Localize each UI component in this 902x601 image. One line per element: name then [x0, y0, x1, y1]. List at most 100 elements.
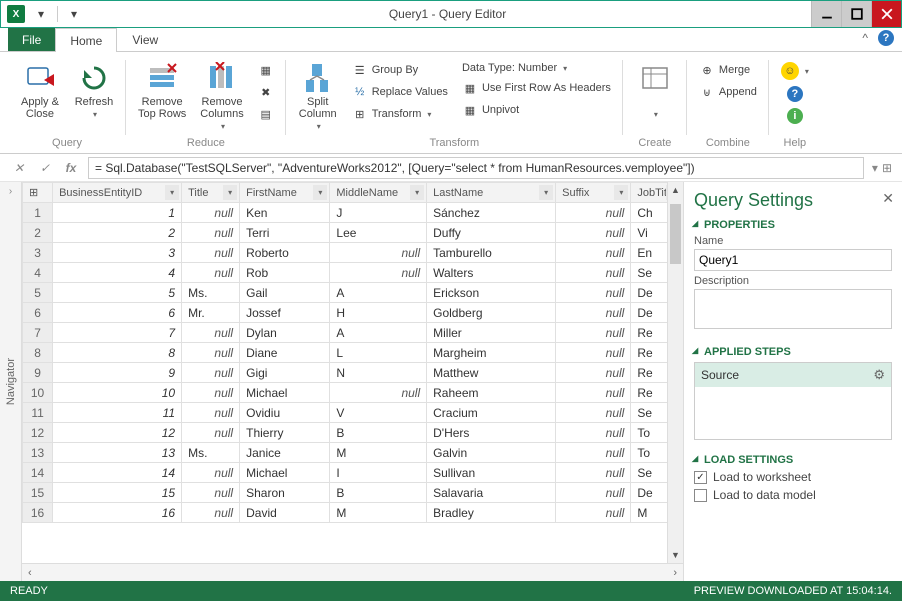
cell[interactable]: Sánchez: [427, 203, 556, 223]
cell[interactable]: null: [556, 383, 631, 403]
column-header[interactable]: LastName▾: [427, 183, 556, 203]
cell[interactable]: 11: [53, 403, 182, 423]
cell[interactable]: Sullivan: [427, 463, 556, 483]
row-number[interactable]: 10: [23, 383, 53, 403]
cell[interactable]: null: [556, 463, 631, 483]
applied-steps-header[interactable]: APPLIED STEPS: [694, 346, 892, 358]
cell[interactable]: 5: [53, 283, 182, 303]
replace-values-button[interactable]: ½Replace Values: [348, 82, 452, 102]
tab-file[interactable]: File: [8, 28, 55, 51]
cell[interactable]: Duffy: [427, 223, 556, 243]
cell[interactable]: Bradley: [427, 503, 556, 523]
cell[interactable]: null: [556, 343, 631, 363]
cell[interactable]: Janice: [240, 443, 330, 463]
tab-home[interactable]: Home: [55, 28, 117, 52]
cell[interactable]: Michael: [240, 463, 330, 483]
query-description-input[interactable]: [694, 289, 892, 329]
cell[interactable]: null: [182, 483, 240, 503]
table-corner[interactable]: ⊞: [23, 183, 53, 203]
cell[interactable]: Diane: [240, 343, 330, 363]
cell[interactable]: D'Hers: [427, 423, 556, 443]
cell[interactable]: null: [556, 423, 631, 443]
cell[interactable]: Mr.: [182, 303, 240, 323]
cell[interactable]: Terri: [240, 223, 330, 243]
cell[interactable]: null: [556, 303, 631, 323]
table-row[interactable]: 1616nullDavidMBradleynullM: [23, 503, 683, 523]
cell[interactable]: null: [182, 243, 240, 263]
append-button[interactable]: ⊎Append: [695, 82, 761, 102]
cell[interactable]: 13: [53, 443, 182, 463]
cell[interactable]: Miller: [427, 323, 556, 343]
column-filter-icon[interactable]: ▾: [165, 185, 179, 200]
row-number[interactable]: 1: [23, 203, 53, 223]
row-number[interactable]: 2: [23, 223, 53, 243]
cell[interactable]: A: [330, 323, 427, 343]
column-filter-icon[interactable]: ▾: [410, 185, 424, 200]
cell[interactable]: 1: [53, 203, 182, 223]
row-number[interactable]: 14: [23, 463, 53, 483]
cell[interactable]: null: [182, 263, 240, 283]
help-icon[interactable]: ?: [878, 30, 894, 46]
table-row[interactable]: 44nullRobnullWaltersnullSe: [23, 263, 683, 283]
cell[interactable]: 6: [53, 303, 182, 323]
tab-view[interactable]: View: [117, 28, 173, 51]
cell[interactable]: null: [182, 223, 240, 243]
column-header[interactable]: BusinessEntityID▾: [53, 183, 182, 203]
remove-columns-button[interactable]: Remove Columns: [196, 60, 247, 133]
cell[interactable]: null: [556, 203, 631, 223]
cell[interactable]: Gigi: [240, 363, 330, 383]
unpivot-button[interactable]: ▦Unpivot: [458, 100, 615, 120]
minimize-button[interactable]: [811, 1, 841, 27]
navigator-pane[interactable]: › Navigator: [0, 182, 22, 581]
table-row[interactable]: 1212nullThierryBD'HersnullTo: [23, 423, 683, 443]
cell[interactable]: 14: [53, 463, 182, 483]
cell[interactable]: null: [556, 483, 631, 503]
cell[interactable]: null: [182, 503, 240, 523]
table-row[interactable]: 55Ms.GailAEricksonnullDe: [23, 283, 683, 303]
cell[interactable]: A: [330, 283, 427, 303]
column-filter-icon[interactable]: ▾: [223, 185, 237, 200]
cell[interactable]: null: [556, 403, 631, 423]
row-number[interactable]: 12: [23, 423, 53, 443]
cell[interactable]: null: [182, 203, 240, 223]
cell[interactable]: Roberto: [240, 243, 330, 263]
cell[interactable]: null: [182, 383, 240, 403]
load-datamodel-checkbox[interactable]: Load to data model: [694, 488, 892, 502]
merge-button[interactable]: ⊕Merge: [695, 60, 761, 80]
data-type-button[interactable]: Data Type: Number: [458, 60, 615, 76]
cell[interactable]: null: [556, 223, 631, 243]
first-row-headers-button[interactable]: ▦Use First Row As Headers: [458, 78, 615, 98]
cell[interactable]: I: [330, 463, 427, 483]
cell[interactable]: Lee: [330, 223, 427, 243]
cell[interactable]: 2: [53, 223, 182, 243]
transform-button[interactable]: ⊞Transform: [348, 104, 452, 124]
cell[interactable]: Goldberg: [427, 303, 556, 323]
row-number[interactable]: 15: [23, 483, 53, 503]
cell[interactable]: null: [330, 383, 427, 403]
column-header[interactable]: Title▾: [182, 183, 240, 203]
row-number[interactable]: 3: [23, 243, 53, 263]
cell[interactable]: H: [330, 303, 427, 323]
create-button[interactable]: Create: [631, 60, 679, 121]
cell[interactable]: null: [182, 423, 240, 443]
table-row[interactable]: 77nullDylanAMillernullRe: [23, 323, 683, 343]
cell[interactable]: N: [330, 363, 427, 383]
cell[interactable]: null: [556, 263, 631, 283]
cell[interactable]: null: [556, 283, 631, 303]
cell[interactable]: Ms.: [182, 443, 240, 463]
table-row[interactable]: 1414nullMichaelISullivannullSe: [23, 463, 683, 483]
cell[interactable]: Raheem: [427, 383, 556, 403]
column-header[interactable]: MiddleName▾: [330, 183, 427, 203]
table-row[interactable]: 1515nullSharonBSalavarianullDe: [23, 483, 683, 503]
step-source[interactable]: Source ⚙: [695, 363, 891, 387]
query-name-input[interactable]: [694, 249, 892, 271]
table-row[interactable]: 99nullGigiNMatthewnullRe: [23, 363, 683, 383]
cell[interactable]: Dylan: [240, 323, 330, 343]
cell[interactable]: null: [556, 243, 631, 263]
cell[interactable]: null: [182, 403, 240, 423]
cell[interactable]: Salavaria: [427, 483, 556, 503]
row-number[interactable]: 6: [23, 303, 53, 323]
formula-dropdown-icon[interactable]: ▾: [872, 161, 878, 175]
properties-header[interactable]: PROPERTIES: [694, 219, 892, 231]
about-button[interactable]: i: [783, 106, 807, 126]
